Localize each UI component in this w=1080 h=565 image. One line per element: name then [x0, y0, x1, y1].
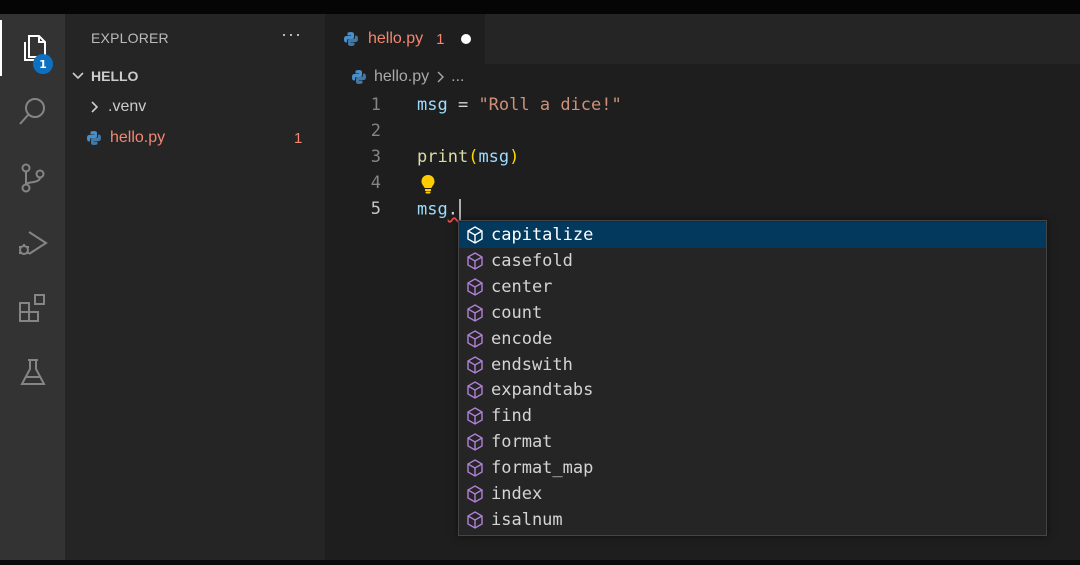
python-file-icon [87, 131, 101, 145]
suggestion-item[interactable]: format [459, 429, 1046, 455]
line-content: print(msg) [417, 147, 520, 167]
suggestion-item[interactable]: center [459, 274, 1046, 300]
line-number: 2 [370, 121, 381, 141]
more-actions-button[interactable]: ··· [281, 24, 302, 45]
code-line: 1 msg = "Roll a dice!" [325, 92, 1080, 118]
suggestion-label: casefold [491, 250, 573, 271]
suggestion-label: count [491, 302, 543, 323]
editor-area: hello.py 1 hello.py ... 1 msg = "Roll a … [325, 14, 1080, 560]
run-debug-icon [18, 231, 48, 255]
activity-search[interactable] [0, 84, 65, 140]
method-icon [467, 381, 483, 400]
tab-problem-count: 1 [436, 30, 445, 48]
suggestion-label: encode [491, 328, 553, 349]
line-number: 1 [370, 95, 381, 115]
suggestion-item[interactable]: casefold [459, 248, 1046, 274]
activity-bar: 1 [0, 14, 65, 560]
tab-label: hello.py [368, 30, 424, 47]
line-content: msg. [417, 198, 461, 220]
suggestion-label: isalnum [491, 509, 563, 530]
folder-hello[interactable]: HELLO [65, 63, 325, 89]
method-icon [467, 252, 483, 270]
method-icon [467, 433, 483, 451]
chevron-right-icon [437, 71, 445, 83]
extensions-icon [18, 294, 45, 322]
suggestion-item[interactable]: encode [459, 326, 1046, 352]
method-icon [467, 226, 483, 244]
line-number: 3 [370, 147, 381, 167]
activity-extensions[interactable] [0, 280, 65, 336]
tree-item-label: hello.py [110, 129, 166, 146]
explorer-sidebar: EXPLORER ··· HELLO .venv hello.py 1 [65, 14, 325, 560]
code-line: 3 print(msg) [325, 144, 1080, 170]
method-icon [467, 303, 483, 322]
unsaved-dot-icon[interactable] [460, 34, 471, 44]
text-cursor [458, 198, 461, 220]
method-icon [467, 511, 483, 529]
explorer-title: EXPLORER [91, 30, 169, 46]
chevron-right-icon [91, 101, 99, 113]
suggestion-item[interactable]: format_map [459, 455, 1046, 481]
folder-name: HELLO [91, 68, 139, 84]
breadcrumb-file[interactable]: hello.py [374, 68, 429, 86]
method-icon [467, 407, 483, 426]
line-number: 4 [370, 173, 381, 193]
suggestion-item[interactable]: find [459, 403, 1046, 429]
chevron-down-icon [72, 72, 84, 80]
breadcrumb-more[interactable]: ... [451, 68, 464, 86]
lightbulb-icon[interactable] [419, 173, 437, 195]
suggestion-label: expandtabs [491, 380, 594, 401]
method-icon [467, 459, 483, 477]
source-control-icon [21, 163, 44, 193]
method-icon [467, 277, 483, 296]
search-icon [18, 98, 45, 125]
suggestion-label: find [491, 406, 532, 427]
code-line: 5 msg. [325, 196, 1080, 222]
activity-source-control[interactable] [0, 150, 65, 206]
suggest-widget: capitalize casefold center count encode endsw… [458, 220, 1047, 536]
code-line: 4 [325, 170, 1080, 196]
tab-bar: hello.py 1 [325, 14, 1080, 64]
suggestion-label: format_map [491, 458, 594, 479]
testing-icon [19, 359, 46, 385]
title-bar [0, 0, 1080, 14]
suggestion-label: index [491, 484, 543, 504]
tree-item-label: .venv [108, 98, 147, 115]
problem-count: 1 [294, 129, 303, 147]
suggestion-label: capitalize [491, 225, 594, 245]
code-line: 2 [325, 118, 1080, 144]
suggestion-item[interactable]: index [459, 481, 1046, 507]
python-file-icon [344, 32, 358, 46]
suggestion-label: center [491, 276, 553, 297]
activity-explorer[interactable]: 1 [0, 20, 65, 76]
method-icon [467, 329, 483, 348]
suggestion-item[interactable]: expandtabs [459, 377, 1046, 403]
tree-item-venv[interactable]: .venv [65, 94, 325, 120]
method-icon [467, 485, 483, 503]
python-file-icon [352, 70, 366, 84]
suggestion-item[interactable]: endswith [459, 352, 1046, 378]
explorer-badge: 1 [33, 54, 53, 74]
breadcrumb: hello.py ... [351, 66, 465, 88]
tab-hello-py[interactable]: hello.py 1 [325, 14, 485, 64]
suggestion-label: endswith [491, 354, 573, 375]
tree-item-hello-py[interactable]: hello.py 1 [65, 125, 325, 151]
activity-testing[interactable] [0, 345, 65, 401]
line-number: 5 [370, 199, 381, 219]
suggestion-item[interactable]: isalnum [459, 507, 1046, 533]
bottom-bar [0, 560, 1080, 565]
error-squiggle: . [447, 199, 458, 219]
suggestion-item[interactable]: capitalize [459, 222, 1046, 248]
suggestion-label: format [491, 432, 553, 453]
suggestion-item[interactable]: count [459, 300, 1046, 326]
method-icon [467, 355, 483, 374]
activity-run-debug[interactable] [0, 215, 65, 271]
line-content: msg = "Roll a dice!" [417, 95, 622, 115]
